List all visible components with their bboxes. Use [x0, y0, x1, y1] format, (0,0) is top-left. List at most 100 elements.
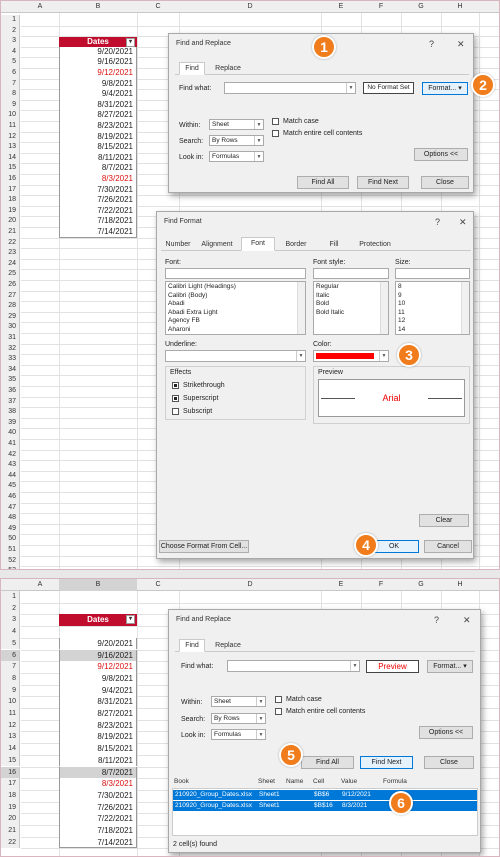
column-header-g[interactable]: G [401, 1, 441, 13]
list-item[interactable]: 9 [398, 292, 467, 301]
chevron-down-icon[interactable]: ▼ [256, 714, 265, 723]
column-header-f[interactable]: F [361, 579, 401, 591]
row-header[interactable]: 17 [1, 778, 20, 790]
match-entire-checkbox[interactable] [272, 130, 279, 137]
format-button[interactable]: Format... ▾ [427, 660, 473, 673]
font-style-list[interactable]: Regular Italic Bold Bold Italic [313, 281, 389, 335]
results-col-formula[interactable]: Formula [383, 778, 407, 785]
tab-border[interactable]: Border [279, 238, 313, 250]
row-header[interactable]: 21 [1, 227, 20, 238]
date-cell[interactable]: 9/8/2021 [59, 78, 137, 90]
row-header[interactable]: 20 [1, 216, 20, 227]
row-header[interactable]: 14 [1, 152, 20, 164]
row-header[interactable]: 33 [1, 354, 20, 365]
size-list[interactable]: 8 9 10 11 12 14 [395, 281, 470, 335]
row-header[interactable]: 17 [1, 184, 20, 196]
match-entire-checkbox[interactable] [275, 708, 282, 715]
table-row[interactable]: 210920_Group_Dates.xlsx Sheet1 $B$6 9/12… [173, 790, 477, 800]
list-item[interactable]: 11 [398, 309, 467, 318]
date-cell[interactable]: 9/20/2021 [59, 637, 137, 650]
look-in-select[interactable]: Formulas ▼ [209, 151, 264, 162]
row-header[interactable]: 31 [1, 333, 20, 344]
tab-number[interactable]: Number [161, 238, 195, 250]
filter-dropdown-icon[interactable]: ▾ [126, 38, 135, 47]
date-cell[interactable]: 8/3/2021 [59, 174, 137, 185]
list-item[interactable]: 10 [398, 300, 467, 309]
tab-find[interactable]: Find [179, 62, 205, 75]
look-in-select[interactable]: Formulas ▼ [211, 729, 266, 740]
date-cell[interactable]: 8/27/2021 [59, 708, 137, 720]
row-header[interactable]: 23 [1, 248, 20, 259]
list-item[interactable]: Calibri Light (Headings) [168, 283, 303, 292]
date-cell[interactable]: 8/7/2021 [59, 766, 137, 779]
column-header-g[interactable]: G [401, 579, 441, 591]
row-header[interactable]: 7 [1, 78, 20, 90]
match-case-checkbox[interactable] [272, 118, 279, 125]
date-cell[interactable]: 8/27/2021 [59, 110, 137, 121]
results-col-sheet[interactable]: Sheet [258, 778, 275, 785]
date-cell[interactable]: 9/20/2021 [59, 46, 137, 58]
date-cell[interactable]: 9/4/2021 [59, 684, 137, 697]
list-item[interactable]: Italic [316, 292, 386, 301]
row-header[interactable]: 13 [1, 731, 20, 744]
row-header[interactable]: 28 [1, 301, 20, 312]
row-header[interactable]: 12 [1, 131, 20, 143]
date-cell[interactable]: 8/19/2021 [59, 731, 137, 744]
row-header[interactable]: 1 [1, 15, 20, 26]
date-cell[interactable]: 8/31/2021 [59, 696, 137, 708]
chevron-down-icon[interactable]: ▼ [256, 697, 265, 706]
date-cell[interactable]: 7/26/2021 [59, 195, 137, 206]
within-select[interactable]: Sheet ▼ [209, 119, 264, 130]
row-header[interactable]: 3 [1, 36, 20, 47]
date-cell[interactable]: 9/4/2021 [59, 89, 137, 100]
row-header[interactable]: 47 [1, 502, 20, 514]
chevron-down-icon[interactable]: ▼ [296, 351, 305, 361]
tab-alignment[interactable]: Alignment [197, 238, 237, 250]
date-cell[interactable]: 8/11/2021 [59, 754, 137, 767]
row-header[interactable]: 24 [1, 258, 20, 270]
date-cell[interactable]: 8/3/2021 [59, 778, 137, 790]
row-header[interactable]: 37 [1, 396, 20, 408]
close-button[interactable]: Close [421, 176, 469, 189]
row-header[interactable]: 43 [1, 460, 20, 471]
list-item[interactable]: 8 [398, 283, 467, 292]
row-header[interactable]: 20 [1, 813, 20, 825]
search-select[interactable]: By Rows ▼ [211, 713, 266, 724]
tab-fill[interactable]: Fill [317, 238, 351, 250]
date-cell[interactable]: 7/14/2021 [59, 836, 137, 849]
close-icon[interactable]: ✕ [457, 39, 465, 50]
results-col-value[interactable]: Value [341, 778, 357, 785]
help-button[interactable]: ? [429, 39, 434, 49]
color-picker[interactable]: ▼ [313, 350, 389, 362]
find-all-button[interactable]: Find All [301, 756, 354, 769]
find-next-button[interactable]: Find Next [357, 176, 409, 189]
font-list[interactable]: Calibri Light (Headings) Calibri (Body) … [165, 281, 306, 335]
help-button[interactable]: ? [435, 217, 440, 227]
close-icon[interactable]: ✕ [463, 615, 471, 626]
row-header[interactable]: 48 [1, 513, 20, 524]
row-header[interactable]: 2 [1, 602, 20, 615]
column-header-c[interactable]: C [137, 579, 179, 591]
list-item[interactable]: Aharoni [168, 326, 303, 335]
date-cell[interactable]: 8/23/2021 [59, 719, 137, 732]
underline-select[interactable]: ▼ [165, 350, 306, 362]
options-button[interactable]: Options << [419, 726, 473, 739]
scrollbar[interactable] [380, 282, 388, 334]
choose-format-from-cell-button[interactable]: Choose Format From Cell... [159, 540, 249, 553]
row-header[interactable]: 16 [1, 766, 20, 779]
row-header[interactable]: 5 [1, 637, 20, 650]
row-header[interactable]: 15 [1, 754, 20, 767]
close-button[interactable]: Close [424, 756, 474, 769]
date-cell[interactable]: 8/15/2021 [59, 743, 137, 755]
column-header-a[interactable]: A [21, 579, 59, 591]
list-item[interactable]: 12 [398, 317, 467, 326]
column-header-h[interactable]: H [441, 579, 479, 591]
list-item[interactable]: Bold Italic [316, 309, 386, 318]
row-header[interactable]: 44 [1, 470, 20, 482]
superscript-checkbox[interactable] [172, 395, 179, 402]
date-cell[interactable]: 7/22/2021 [59, 813, 137, 825]
row-header[interactable]: 10 [1, 696, 20, 708]
date-cell[interactable]: 7/18/2021 [59, 825, 137, 837]
column-header-h[interactable]: H [441, 1, 479, 13]
column-header-d[interactable]: D [179, 1, 321, 13]
